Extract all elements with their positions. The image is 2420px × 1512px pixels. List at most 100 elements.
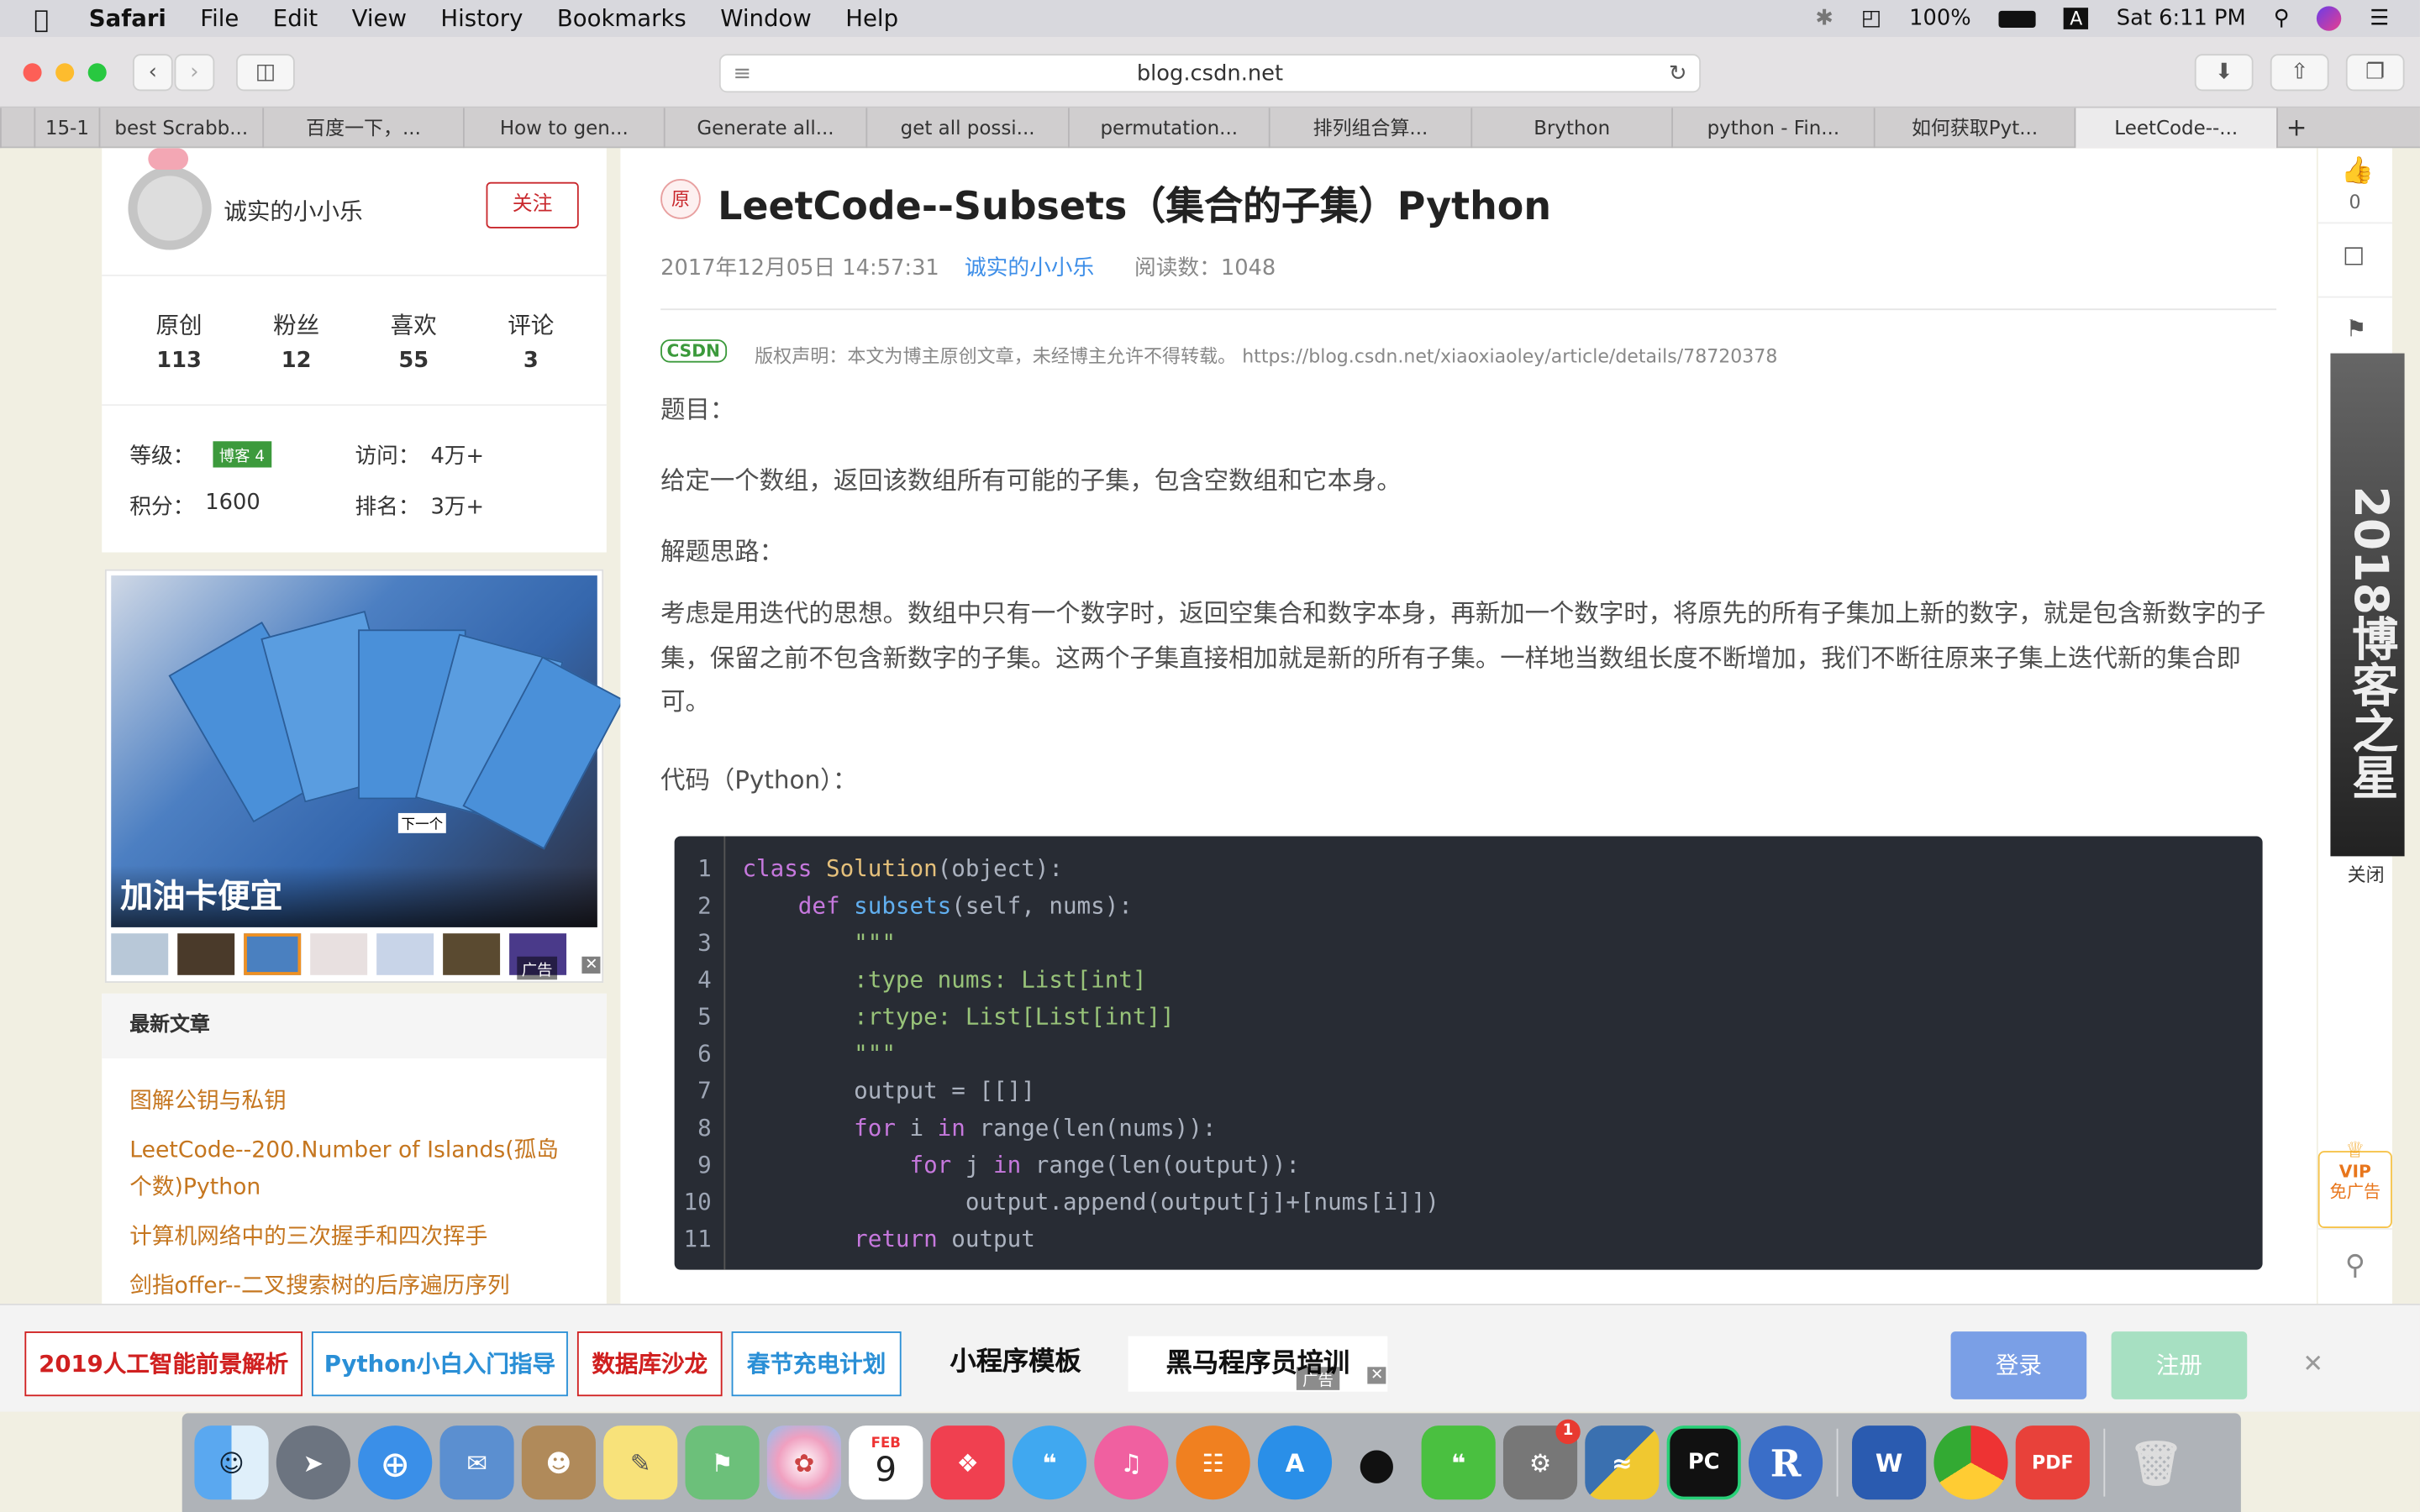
ad-thumb[interactable]: [310, 933, 368, 975]
notes-icon[interactable]: ✎: [603, 1425, 678, 1500]
tabs-overview-icon[interactable]: ❐: [2345, 54, 2405, 92]
promo-bar-close-icon[interactable]: ✕: [2302, 1348, 2323, 1378]
tab-7[interactable]: permutation...: [1067, 108, 1269, 149]
latest-article-link[interactable]: 图解公钥与私钥: [129, 1083, 578, 1120]
menu-help[interactable]: Help: [845, 5, 898, 33]
books-icon[interactable]: ☷: [1176, 1425, 1250, 1500]
article-author-link[interactable]: 诚实的小小乐: [965, 251, 1094, 282]
promo-link-heima[interactable]: 黑马程序员培训: [1128, 1336, 1388, 1392]
tab-3[interactable]: 百度一下，...: [262, 108, 463, 149]
ad-thumb[interactable]: [244, 933, 302, 975]
battery-icon[interactable]: [1998, 9, 2036, 28]
siri-icon[interactable]: [2317, 6, 2343, 31]
calendar-icon[interactable]: FEB 9: [849, 1425, 923, 1500]
tab-8[interactable]: 排列组合算...: [1268, 108, 1471, 149]
tab-5[interactable]: Generate all...: [663, 108, 866, 149]
feedback-shield-icon[interactable]: ⚲: [2317, 1228, 2392, 1303]
menu-history[interactable]: History: [440, 5, 523, 33]
tab-9[interactable]: Brython: [1470, 108, 1671, 149]
menu-bookmarks[interactable]: Bookmarks: [557, 5, 687, 33]
blog-star-banner[interactable]: 2018博客之星: [2330, 353, 2405, 857]
ad-image[interactable]: 下一个 加油卡便宜: [111, 575, 624, 927]
qq-icon[interactable]: ●: [1339, 1425, 1413, 1499]
latest-article-link[interactable]: 剑指offer--二叉搜索树的后序遍历序列: [129, 1268, 578, 1305]
chrome-icon[interactable]: [1933, 1425, 2008, 1500]
wechat-icon[interactable]: ❝: [1421, 1425, 1496, 1500]
music-icon[interactable]: ♫: [1094, 1425, 1169, 1500]
ad-thumb[interactable]: [111, 933, 169, 975]
latest-article-link[interactable]: 计算机网络中的三次握手和四次挥手: [129, 1219, 578, 1256]
promo-link-python[interactable]: Python小白入门指导: [312, 1331, 568, 1397]
sidebar-toggle-icon[interactable]: ◫: [236, 54, 295, 92]
pdf-icon[interactable]: PDF: [2015, 1425, 2090, 1500]
clock[interactable]: Sat 6:11 PM: [2117, 6, 2246, 30]
reload-icon[interactable]: ↻: [1669, 55, 1687, 92]
mail-icon[interactable]: ✉: [439, 1425, 514, 1500]
tab-pinned[interactable]: [0, 108, 34, 149]
trash-icon[interactable]: 🗑: [2119, 1425, 2193, 1499]
promo-link-database[interactable]: 数据库沙龙: [576, 1331, 723, 1397]
login-button[interactable]: 登录: [1950, 1331, 2087, 1399]
share-icon[interactable]: ⇧: [2270, 54, 2329, 92]
input-source-icon[interactable]: A: [2063, 8, 2089, 29]
word-icon[interactable]: W: [1852, 1425, 1927, 1500]
launchpad-icon[interactable]: ➤: [276, 1425, 350, 1500]
ad-thumb[interactable]: [443, 933, 501, 975]
promo-link-spring[interactable]: 春节充电计划: [731, 1331, 902, 1397]
promo-ad-close-icon[interactable]: ✕: [1367, 1367, 1387, 1384]
ad-thumb[interactable]: [376, 933, 434, 975]
finder-icon[interactable]: ☺: [194, 1425, 269, 1500]
close-window-icon[interactable]: [23, 63, 42, 82]
tab-10[interactable]: python - Fin...: [1671, 108, 1874, 149]
comment-icon[interactable]: □: [2343, 241, 2365, 269]
menu-edit[interactable]: Edit: [273, 5, 318, 33]
sidebar-ad[interactable]: 下一个 加油卡便宜 广告 ✕: [104, 569, 624, 983]
banner-close-link[interactable]: 关闭: [2348, 861, 2385, 887]
zoom-window-icon[interactable]: [87, 63, 107, 82]
avatar[interactable]: [128, 166, 212, 250]
reader-icon[interactable]: ≡: [733, 55, 751, 92]
app-store-icon[interactable]: A: [1257, 1425, 1333, 1500]
like-icon[interactable]: 👍: [2341, 156, 2374, 187]
tab-1[interactable]: 15-1: [34, 108, 98, 149]
address-bar[interactable]: ≡ blog.csdn.net ↻: [718, 54, 1702, 93]
wifi-icon[interactable]: ◰: [1861, 6, 1881, 30]
battery-percent[interactable]: 100%: [1909, 6, 1971, 30]
safari-icon[interactable]: ⨁: [358, 1425, 433, 1500]
vip-ad-free-button[interactable]: ♕ VIP 免广告: [2317, 1138, 2392, 1229]
menu-file[interactable]: File: [200, 5, 239, 33]
menu-window[interactable]: Window: [720, 5, 812, 33]
app-menu[interactable]: Safari: [89, 5, 166, 33]
ad-close-icon[interactable]: ✕: [581, 956, 602, 974]
tab-11[interactable]: 如何获取Pyt...: [1873, 108, 2075, 149]
ad-next-label[interactable]: 下一个: [397, 812, 446, 833]
tab-12-active[interactable]: LeetCode--...: [2074, 108, 2277, 149]
tab-6[interactable]: get all possi...: [865, 108, 1068, 149]
profile-name[interactable]: 诚实的小小乐: [224, 194, 362, 227]
ad-thumb[interactable]: [177, 933, 235, 975]
messages-icon[interactable]: ❝: [1012, 1425, 1087, 1500]
follow-button[interactable]: 关注: [486, 181, 579, 228]
bookmark-icon[interactable]: ⚑: [2346, 315, 2367, 343]
news-icon[interactable]: ❖: [930, 1425, 1005, 1500]
menu-view[interactable]: View: [352, 5, 407, 33]
bluetooth-icon[interactable]: ✱: [1815, 6, 1833, 30]
python-icon[interactable]: ≈: [1585, 1425, 1660, 1500]
minimize-window-icon[interactable]: [55, 63, 75, 82]
new-tab-button[interactable]: +: [2276, 108, 2315, 149]
contacts-icon[interactable]: ☻: [521, 1425, 596, 1500]
forward-button[interactable]: ›: [174, 54, 215, 92]
r-icon[interactable]: R: [1748, 1425, 1823, 1500]
system-preferences-icon[interactable]: ⚙ 1: [1502, 1419, 1581, 1500]
photos-icon[interactable]: ✿: [766, 1425, 842, 1500]
pycharm-icon[interactable]: PC: [1666, 1425, 1741, 1500]
tab-4[interactable]: How to gen...: [463, 108, 664, 149]
code-block[interactable]: 1 2 3 4 5 6 7 8 9 10 11 class Solution(o…: [674, 836, 2263, 1270]
apple-menu-icon[interactable]: : [34, 4, 49, 34]
tab-2[interactable]: best Scrabb...: [98, 108, 263, 149]
maps-icon[interactable]: ⚑: [685, 1425, 760, 1500]
promo-link-ai[interactable]: 2019人工智能前景解析: [24, 1331, 302, 1397]
promo-link-miniprogram[interactable]: 小程序模板: [920, 1331, 1112, 1396]
notification-center-icon[interactable]: ☰: [2370, 6, 2389, 30]
back-button[interactable]: ‹: [132, 54, 173, 92]
